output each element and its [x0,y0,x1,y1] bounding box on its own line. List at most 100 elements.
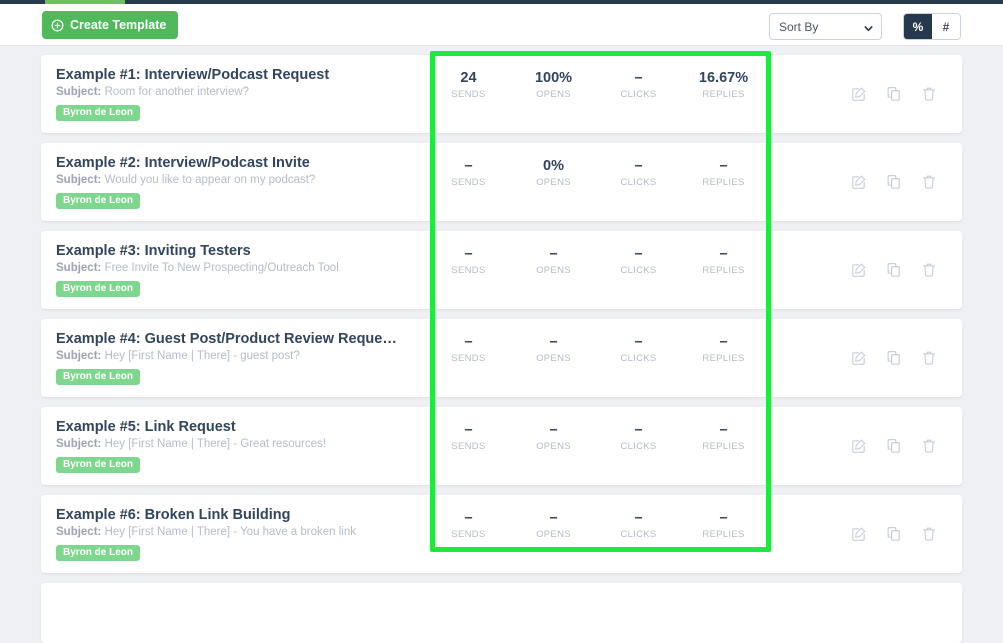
template-card[interactable]: Example #6: Broken Link Building Subject… [41,495,962,573]
create-template-label: Create Template [70,17,167,32]
stat-replies: – REPLIES [681,158,766,188]
edit-icon[interactable] [851,526,867,542]
stat-replies-value: 16.67% [698,70,749,86]
sort-by-label: Sort By [779,19,819,34]
trash-icon[interactable] [921,174,937,190]
edit-icon[interactable] [851,86,867,102]
trash-icon[interactable] [921,350,937,366]
stat-opens: – OPENS [511,422,596,452]
stat-opens-label: OPENS [536,89,571,100]
unit-toggle-group[interactable]: % # [903,13,961,40]
duplicate-icon[interactable] [886,526,902,542]
stat-clicks-value: – [634,70,643,86]
subject-text: Hey [First Name | There] - You have a br… [104,525,357,538]
stat-clicks: – CLICKS [596,510,681,540]
stat-clicks-label: CLICKS [620,265,657,276]
stat-sends-label: SENDS [451,177,486,188]
duplicate-icon[interactable] [886,174,902,190]
stat-opens-value: – [549,422,558,438]
stat-opens-value: – [549,246,558,262]
template-actions [766,526,962,542]
stat-clicks-label: CLICKS [620,177,657,188]
duplicate-icon[interactable] [886,86,902,102]
stat-opens: 0% OPENS [511,158,596,188]
trash-icon[interactable] [921,86,937,102]
subject-prefix: Subject: [56,525,102,538]
duplicate-icon[interactable] [886,262,902,278]
trash-icon[interactable] [921,526,937,542]
stat-replies: – REPLIES [681,510,766,540]
template-card[interactable]: Example #4: Guest Post/Product Review Re… [41,319,962,397]
stat-opens-label: OPENS [536,265,571,276]
subject-text: Would you like to appear on my podcast? [104,173,316,186]
template-list[interactable]: Example #1: Interview/Podcast Request Su… [0,46,1003,643]
create-template-button[interactable]: Create Template [42,11,179,39]
stat-sends: – SENDS [426,334,511,364]
stat-opens: – OPENS [511,246,596,276]
sort-by-dropdown[interactable]: Sort By [769,13,882,40]
subject-prefix: Subject: [56,261,102,274]
stat-replies-value: – [719,422,728,438]
subject-prefix: Subject: [56,437,102,450]
top-accent-green-segment [45,0,125,4]
template-card[interactable]: Example #3: Inviting Testers Subject: Fr… [41,231,962,309]
template-stats: 24 SENDS 100% OPENS – CLICKS 16.67% REPL… [426,70,766,100]
stat-replies: – REPLIES [681,334,766,364]
stat-clicks-label: CLICKS [620,441,657,452]
subject-text: Hey [First Name | There] - Great resourc… [104,437,326,450]
template-card[interactable]: Example #1: Interview/Podcast Request Su… [41,55,962,133]
stat-replies-value: – [719,334,728,350]
stat-opens: – OPENS [511,334,596,364]
stat-replies: – REPLIES [681,422,766,452]
template-stats: – SENDS – OPENS – CLICKS – REPLIES [426,246,766,276]
owner-badge: Byron de Leon [56,368,141,385]
stat-clicks-value: – [634,246,643,262]
stat-replies-label: REPLIES [702,265,745,276]
subject-prefix: Subject: [56,349,102,362]
stat-replies-value: – [719,246,728,262]
edit-icon[interactable] [851,262,867,278]
template-subject: Subject: Hey [First Name | There] - Grea… [56,438,426,452]
trash-icon[interactable] [921,438,937,454]
subject-text: Room for another interview? [104,85,250,98]
unit-toggle-number[interactable]: # [932,14,960,39]
duplicate-icon[interactable] [886,350,902,366]
stat-sends-label: SENDS [451,529,486,540]
template-info: Example #6: Broken Link Building Subject… [41,507,426,561]
template-subject: Subject: Would you like to appear on my … [56,174,426,188]
template-actions [766,174,962,190]
trash-icon[interactable] [921,262,937,278]
template-subject: Subject: Hey [First Name | There] - You … [56,526,426,540]
stat-opens: 100% OPENS [511,70,596,100]
template-title: Example #5: Link Request [56,419,236,436]
edit-icon[interactable] [851,438,867,454]
duplicate-icon[interactable] [886,438,902,454]
stat-opens-value: 100% [534,70,573,86]
owner-badge: Byron de Leon [56,280,141,297]
template-subject: Subject: Free Invite To New Prospecting/… [56,262,426,276]
edit-icon[interactable] [851,174,867,190]
stat-sends-label: SENDS [451,265,486,276]
stat-opens: – OPENS [511,510,596,540]
template-card[interactable]: Example #2: Interview/Podcast Invite Sub… [41,143,962,221]
stat-clicks: – CLICKS [596,422,681,452]
stat-replies-label: REPLIES [702,353,745,364]
unit-toggle-percent[interactable]: % [904,14,932,39]
template-card[interactable]: Example #5: Link Request Subject: Hey [F… [41,407,962,485]
stat-replies: 16.67% REPLIES [681,70,766,100]
toolbar: Create Template Sort By % # [0,4,1003,46]
stat-sends-value: – [464,422,473,438]
stat-sends-label: SENDS [451,353,486,364]
template-info: Example #2: Interview/Podcast Invite Sub… [41,155,426,209]
stat-clicks-value: – [634,158,643,174]
stat-replies: – REPLIES [681,246,766,276]
subject-prefix: Subject: [56,85,102,98]
template-title: Example #6: Broken Link Building [56,507,291,524]
template-card-partial[interactable] [41,583,962,643]
stat-opens-value: 0% [543,158,564,174]
template-title: Example #4: Guest Post/Product Review Re… [56,331,397,348]
owner-badge: Byron de Leon [56,456,141,473]
edit-icon[interactable] [851,350,867,366]
template-subject: Subject: Room for another interview? [56,86,426,100]
template-info: Example #1: Interview/Podcast Request Su… [41,67,426,121]
